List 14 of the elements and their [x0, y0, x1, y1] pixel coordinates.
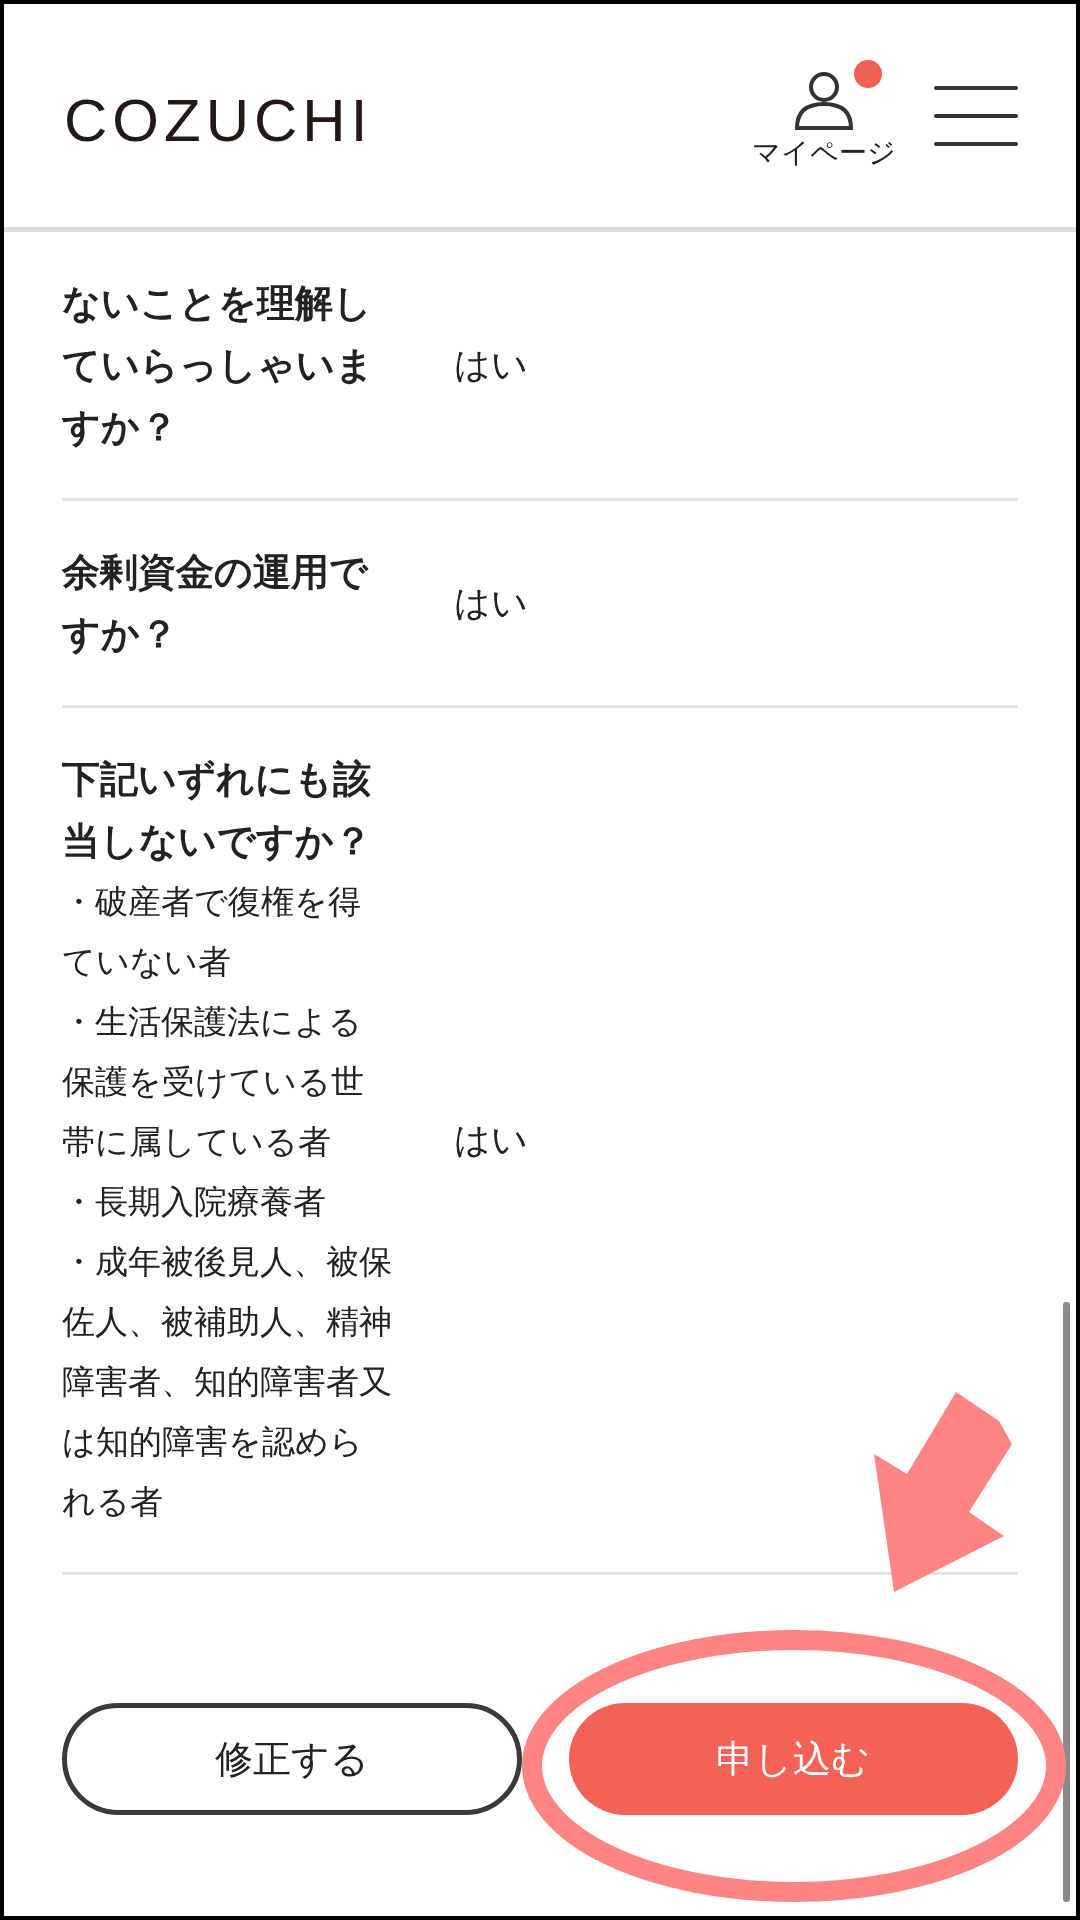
edit-button[interactable]: 修正する — [62, 1703, 522, 1815]
condition-item: ・成年被後見人、被保佐人、被補助人、精神障害者、知的障害者又は知的障害を認められる者 — [62, 1241, 392, 1523]
condition-item: ・長期入院療養者 — [62, 1181, 327, 1223]
condition-item: ・破産者で復権を得ていない者 — [62, 881, 362, 983]
condition-item: ・生活保護法による保護を受けている世帯に属している者 — [62, 1001, 365, 1163]
mypage-label[interactable]: マイページ — [752, 133, 896, 172]
question-text: 下記いずれにも該当しないですか？ — [62, 756, 373, 865]
question-text: ないことを理解していらっしゃいますか？ — [62, 280, 375, 451]
logo[interactable]: COZUCHI — [64, 86, 373, 155]
answer-text: はい — [454, 1117, 528, 1162]
scrollbar[interactable] — [1063, 1302, 1070, 1902]
answer-text: はい — [454, 580, 528, 625]
answer-text: はい — [454, 342, 528, 387]
question-text: 余剰資金の運用ですか？ — [62, 549, 370, 658]
